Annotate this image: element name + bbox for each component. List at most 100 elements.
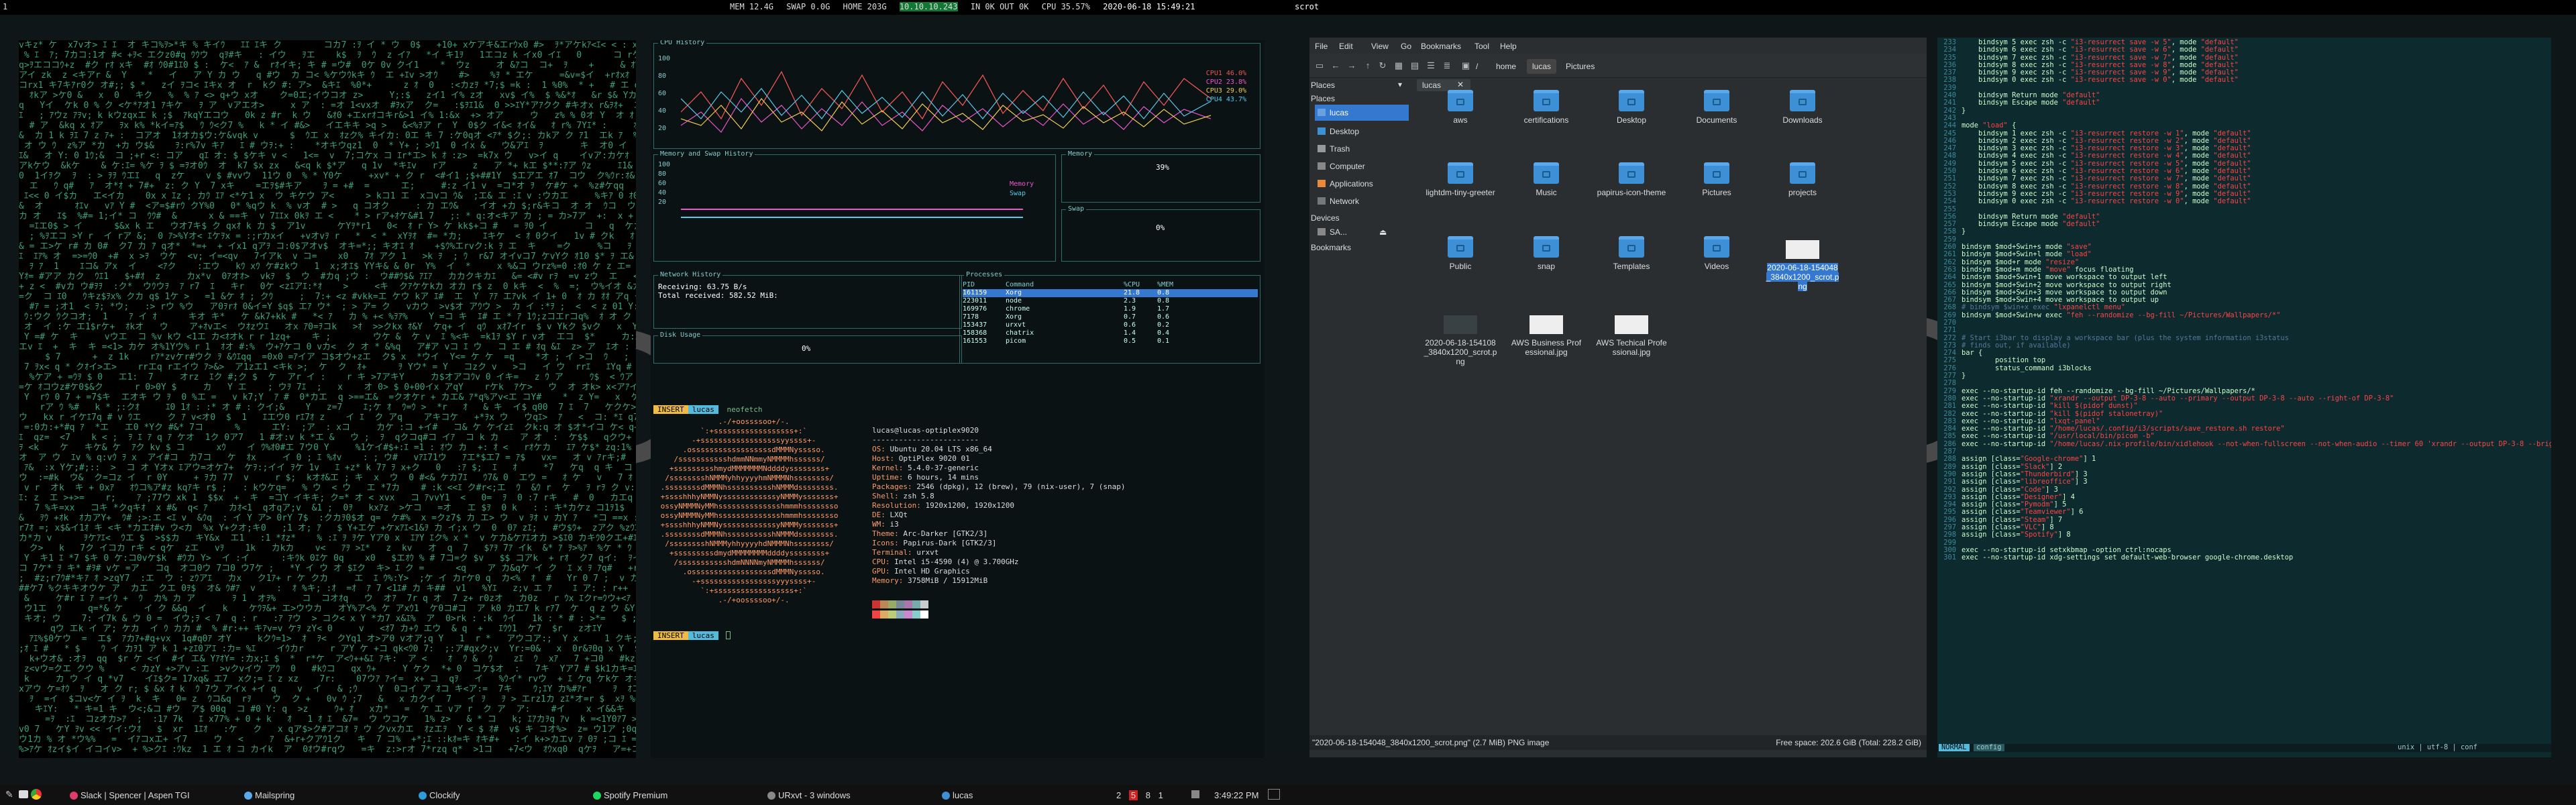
thumbnail-view-icon[interactable]: ▤ (1409, 60, 1421, 71)
folder-item[interactable]: projects (1766, 158, 1839, 197)
file-name: certifications (1523, 115, 1569, 125)
menu-file[interactable]: File (1315, 42, 1328, 51)
file-item[interactable]: 2020-06-18-154108_3840x1200_scrot.png (1424, 307, 1497, 366)
breadcrumb-lucas[interactable]: lucas (1527, 59, 1557, 74)
taskbar-button[interactable]: lucas (942, 790, 973, 800)
taskbar-label: Slack | Spencer | Aspen TGI (80, 790, 190, 800)
folder-item[interactable]: Videos (1680, 232, 1754, 271)
terminal-gotop[interactable]: CPU History 100 80 60 40 20 CPU1 46.0% CPU2 2… (651, 40, 1265, 758)
breadcrumb-home[interactable]: home (1491, 59, 1521, 74)
folder-icon (1619, 236, 1644, 258)
file-item[interactable]: AWS Techical Professional.jpg (1595, 307, 1668, 357)
sidebar-item-lucas[interactable]: lucas (1315, 105, 1409, 121)
file-item[interactable]: AWS Business Professional.jpg (1509, 307, 1583, 357)
chrome-launcher-icon[interactable] (31, 789, 42, 800)
code-line: 277} (1943, 372, 1966, 380)
folder-item[interactable]: Music (1509, 158, 1583, 197)
menu-go[interactable]: Go (1401, 42, 1411, 51)
icon-view-icon[interactable]: ▦ (1393, 60, 1405, 71)
image-thumbnail-icon (1786, 240, 1819, 259)
taskbar-button[interactable]: URxvt - 3 windows (767, 790, 851, 800)
process-row[interactable]: 7178 Xorg 0.7 0.6 (963, 313, 1258, 321)
file-item[interactable]: 2020-06-18-154048_3840x1200_scrot.png (1766, 232, 1839, 291)
memory-label: Memory (1010, 180, 1034, 188)
sidebar-item-desktop[interactable]: Desktop (1315, 123, 1409, 140)
breadcrumb-pictures[interactable]: Pictures (1560, 59, 1600, 74)
sidebar-item-device[interactable]: SA... ⏏ (1315, 224, 1409, 240)
taskbar-button[interactable]: Clockify (419, 790, 460, 800)
vim-editor[interactable]: 233 bindsym 5 exec zsh -c "i3-resurrect … (1937, 38, 2551, 757)
code-line: 269 bindsym $mod+Swin+w exec "feh --rando… (1943, 311, 2281, 319)
processes-title: Processes (964, 271, 1005, 278)
sidebar-item-computer[interactable]: Computer (1315, 158, 1409, 174)
process-cell: 0.8 (1157, 297, 1170, 305)
info-line: Kernel: 5.4.0-37-generic (872, 464, 979, 472)
process-cell: Xorg (1006, 289, 1022, 297)
cursor-icon (725, 631, 731, 639)
show-desktop-icon[interactable] (1268, 789, 1280, 800)
tray-icon[interactable] (1191, 790, 1199, 798)
folder-item[interactable]: Public (1424, 232, 1497, 271)
folder-item[interactable]: lightdm-tiny-greeter (1424, 158, 1497, 197)
desk-number[interactable]: 5 (1128, 790, 1138, 800)
files-launcher-icon[interactable] (19, 790, 28, 798)
menu-view[interactable]: View (1371, 42, 1389, 51)
back-icon[interactable]: ← (1330, 60, 1342, 71)
menu-bookmarks[interactable]: Bookmarks (1421, 42, 1461, 51)
sidebar-item-trash[interactable]: Trash (1315, 141, 1409, 157)
folder-item[interactable]: Templates (1595, 232, 1668, 271)
folder-item[interactable]: snap (1509, 232, 1583, 271)
folder-item[interactable]: Documents (1680, 86, 1754, 125)
process-row[interactable]: 158368 chatrix 1.4 0.4 (963, 329, 1258, 337)
folder-item[interactable]: papirus-icon-theme (1595, 158, 1668, 197)
menu-tool[interactable]: Tool (1474, 42, 1489, 51)
process-cell: 2.3 (1124, 297, 1136, 305)
desk-number[interactable]: 1 (1159, 790, 1163, 800)
folder-icon (1534, 162, 1559, 184)
shell-prompt-2[interactable]: INSERT lucas (653, 631, 731, 641)
process-cell: 0.5 (1124, 337, 1136, 345)
breadcrumb-root[interactable]: / (1470, 59, 1483, 74)
up-icon[interactable]: ↑ (1362, 60, 1374, 71)
menu-edit[interactable]: Edit (1339, 42, 1353, 51)
sidebar-item-network[interactable]: Network (1315, 193, 1409, 209)
folder-item[interactable]: Pictures (1680, 158, 1754, 197)
file-name: AWS Techical Professional.jpg (1596, 338, 1667, 357)
process-cell: %CPU (1124, 281, 1140, 288)
detail-view-icon[interactable]: ≣ (1441, 60, 1453, 71)
file-name: 2020-06-18-154108_3840x1200_scrot.png (1424, 338, 1497, 366)
matrix-rain-terminal[interactable]: vキz* ケ x7vオ> ｴ ｴ オ キコ%ｦ>*キ % キイｳ ｴｴ ｴキ ク… (19, 40, 636, 758)
forward-icon[interactable]: → (1346, 60, 1358, 71)
eject-icon[interactable]: ⏏ (1379, 224, 1387, 240)
process-row[interactable]: 169976 chrome 1.9 1.7 (963, 305, 1258, 313)
reload-icon[interactable]: ↻ (1377, 60, 1389, 71)
process-row[interactable]: 153437 urxvt 0.6 0.2 (963, 321, 1258, 329)
process-row[interactable]: 223011 node 2.3 0.8 (963, 297, 1258, 305)
taskbar-button[interactable]: Slack | Spencer | Aspen TGI (70, 790, 190, 800)
process-row[interactable]: 161159 Xorg 21.8 0.8 (963, 289, 1258, 297)
net-stat: IN 0K OUT 0K (970, 2, 1029, 11)
taskbar-button[interactable]: Mailspring (244, 790, 294, 800)
process-cell: %MEM (1157, 281, 1174, 288)
process-row[interactable]: 161553 picom 0.5 0.1 (963, 337, 1258, 345)
start-menu-icon[interactable]: ✎ (5, 789, 13, 800)
folder-item[interactable]: Downloads (1766, 86, 1839, 125)
desk-number[interactable]: 2 (1116, 790, 1121, 800)
menu-help[interactable]: Help (1500, 42, 1517, 51)
folder-item[interactable]: certifications (1509, 86, 1583, 125)
process-cell: 0.2 (1157, 321, 1170, 329)
clock[interactable]: 3:49:22 PM (1214, 790, 1259, 800)
taskbar-button[interactable]: Spotify Premium (593, 790, 667, 800)
swap-label: Swap (1010, 190, 1026, 197)
sidebar-item-applications[interactable]: Applications (1315, 176, 1409, 192)
workspace-indicator[interactable]: 1 (3, 2, 7, 11)
file-manager-window[interactable]: File Edit View Go Bookmarks Tool Help ▭ … (1309, 38, 1927, 757)
folder-item[interactable]: aws (1424, 86, 1497, 125)
status-selection: "2020-06-18-154048_3840x1200_scrot.png" … (1312, 738, 1550, 747)
folder-item[interactable]: Desktop (1595, 86, 1668, 125)
list-view-icon[interactable]: ☰ (1425, 60, 1437, 71)
desk-number[interactable]: 8 (1146, 790, 1150, 800)
app-icon (419, 792, 427, 800)
new-tab-icon[interactable]: ▭ (1313, 60, 1326, 71)
info-line: Terminal: urxvt (872, 548, 939, 557)
